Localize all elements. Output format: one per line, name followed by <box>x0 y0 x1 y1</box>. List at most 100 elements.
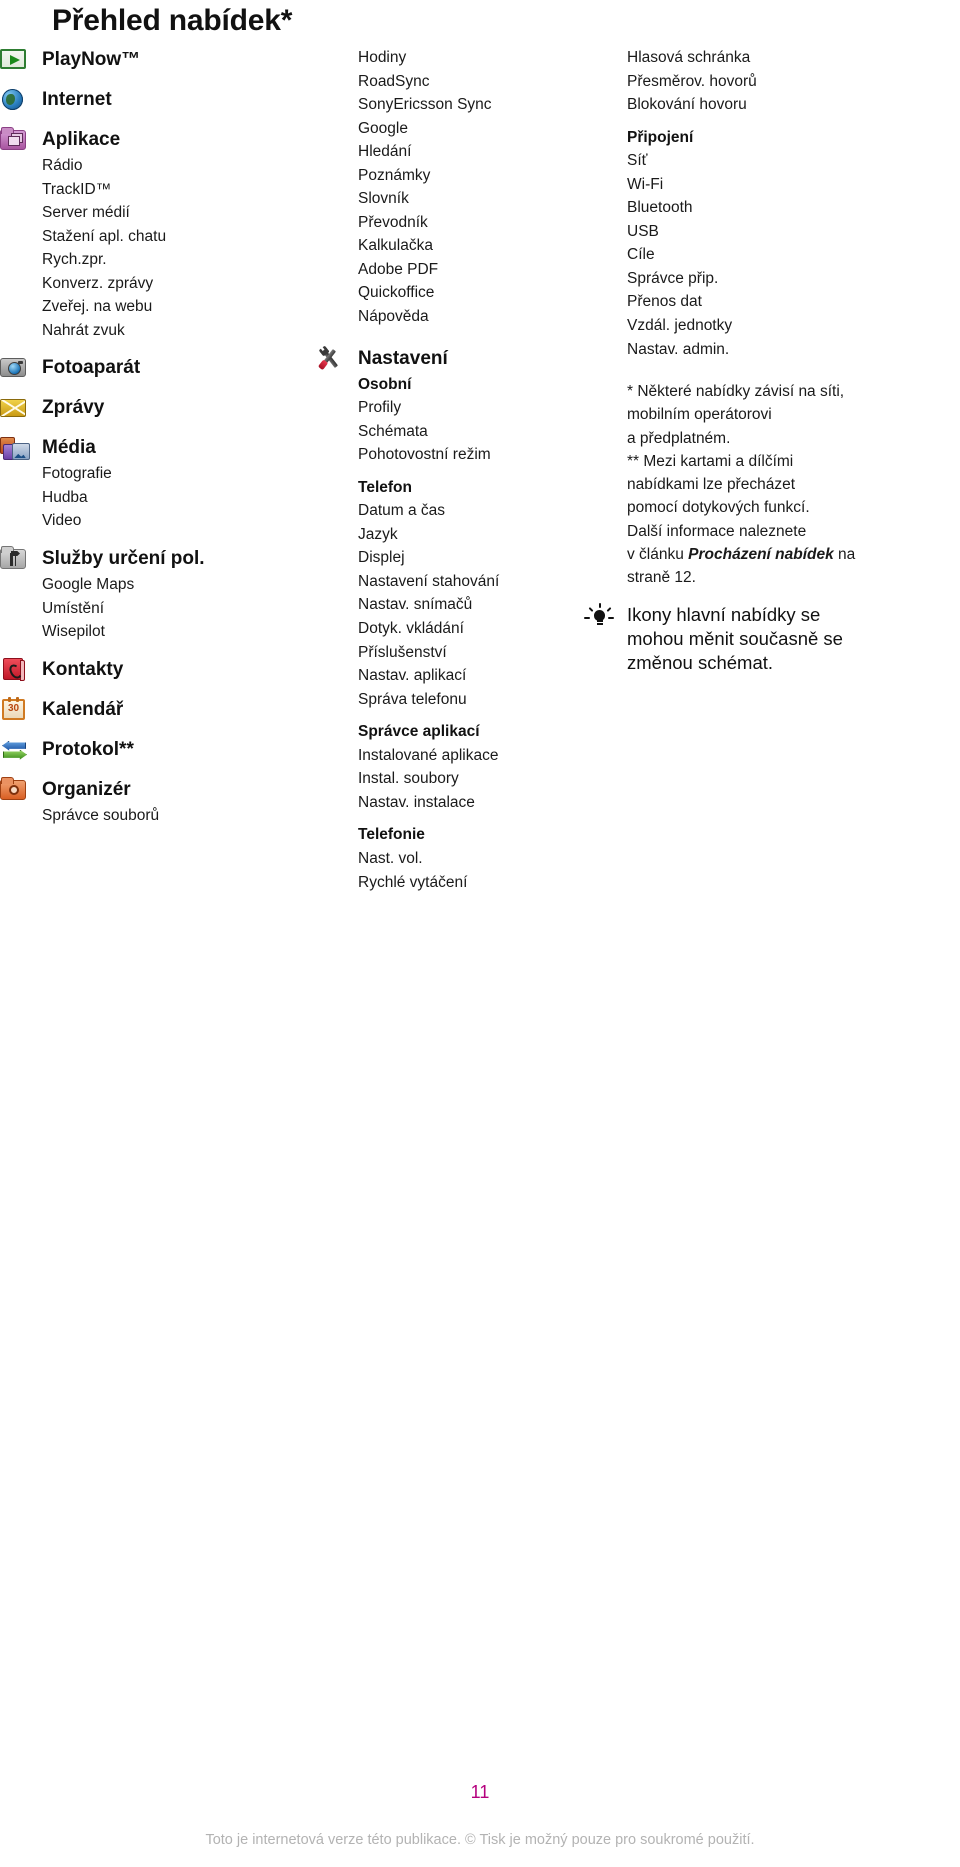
footnote-emphasis: Procházení nabídek <box>688 545 834 563</box>
sub-item[interactable]: Schémata <box>316 420 616 444</box>
menu-entry-protokol[interactable]: Protokol** <box>0 736 300 764</box>
sub-item[interactable]: Nastav. snímačů <box>316 593 616 617</box>
sub-item[interactable]: RoadSync <box>316 70 616 94</box>
menu-column-2: Hodiny RoadSync SonyEricsson Sync Google… <box>316 46 616 894</box>
sub-item[interactable]: Server médií <box>0 201 300 225</box>
sub-item[interactable]: Nastav. instalace <box>316 791 616 815</box>
sub-item[interactable]: Dotyk. vkládání <box>316 617 616 641</box>
sub-item[interactable]: Slovník <box>316 187 616 211</box>
sub-item[interactable]: Hlasová schránka <box>585 46 960 70</box>
sub-item[interactable]: Zveřej. na webu <box>0 295 300 319</box>
footer-copyright-note: Toto je internetová verze této publikace… <box>205 1832 755 1848</box>
menu-entry-label: Kontakty <box>42 658 124 680</box>
menu-entry-label: Nastavení <box>358 347 448 369</box>
sub-item[interactable]: Správa telefonu <box>316 688 616 712</box>
tip-line: změnou schémat. <box>627 651 774 673</box>
sub-item[interactable]: Instalované aplikace <box>316 744 616 768</box>
sub-item[interactable]: Správce přip. <box>585 267 960 291</box>
menu-entry-zpravy[interactable]: Zprávy <box>0 394 300 422</box>
sub-item[interactable]: Nastav. admin. <box>585 338 960 362</box>
page-title: Přehled nabídek* <box>52 4 293 37</box>
sub-item[interactable]: Cíle <box>585 243 960 267</box>
sub-item[interactable]: Přenos dat <box>585 290 960 314</box>
sub-item[interactable]: Nastav. aplikací <box>316 664 616 688</box>
menu-entry-fotoaparat[interactable]: Fotoaparát <box>0 354 300 382</box>
menu-column-1: PlayNow™ Internet Aplikace Rádio TrackID… <box>0 46 300 827</box>
sub-item[interactable]: Rychlé vytáčení <box>316 871 616 895</box>
sub-item[interactable]: Quickoffice <box>316 281 616 305</box>
page-number: 11 <box>470 1782 490 1802</box>
menu-entry-label: Protokol** <box>42 738 134 760</box>
menu-entry-organizer[interactable]: Organizér <box>0 776 300 804</box>
footnote-line: ** Mezi kartami a dílčími <box>627 452 794 470</box>
sub-item[interactable]: Rych.zpr. <box>0 248 300 272</box>
sub-item[interactable]: Umístění <box>0 597 300 621</box>
footnote-line: * Některé nabídky závisí na síti, <box>627 383 845 401</box>
applications-folder-icon <box>0 127 28 152</box>
sub-item[interactable]: Kalkulačka <box>316 234 616 258</box>
lightbulb-icon <box>584 603 614 629</box>
sub-item[interactable]: SonyEricsson Sync <box>316 93 616 117</box>
sub-item[interactable]: Přesměrov. hovorů <box>585 70 960 94</box>
sub-item[interactable]: Nahrát zvuk <box>0 319 300 343</box>
footnote-prefix: v článku <box>627 545 689 563</box>
menu-entry-label: Internet <box>42 89 112 111</box>
sub-item[interactable]: Blokování hovoru <box>585 93 960 117</box>
sub-item[interactable]: USB <box>585 220 960 244</box>
sub-item[interactable]: Datum a čas <box>316 499 616 523</box>
sub-item[interactable]: Síť <box>585 149 960 173</box>
sub-item[interactable]: Nastavení stahování <box>316 570 616 594</box>
menu-entry-playnow[interactable]: PlayNow™ <box>0 46 300 74</box>
sub-item[interactable]: Wisepilot <box>0 620 300 644</box>
sub-item[interactable]: Instal. soubory <box>316 767 616 791</box>
tip-line: Ikony hlavní nabídky se <box>627 604 821 626</box>
sub-item[interactable]: Převodník <box>316 211 616 235</box>
menu-entry-kalendar[interactable]: 30 Kalendář <box>0 696 300 724</box>
sub-item[interactable]: Nápověda <box>316 305 616 329</box>
sub-item[interactable]: Správce souborů <box>0 804 300 828</box>
sub-item[interactable]: Příslušenství <box>316 641 616 665</box>
sub-item[interactable]: Fotografie <box>0 462 300 486</box>
footnote-line-reference: v článku Procházení nabídek na <box>627 543 960 566</box>
group-heading: Připojení <box>627 128 694 146</box>
menu-entry-label: Organizér <box>42 778 131 800</box>
menu-entry-label: Fotoaparát <box>42 357 141 379</box>
group-heading: Telefon <box>358 478 412 496</box>
sub-item[interactable]: Nast. vol. <box>316 847 616 871</box>
menu-entry-internet[interactable]: Internet <box>0 86 300 114</box>
sub-item[interactable]: Vzdál. jednotky <box>585 314 960 338</box>
sub-item[interactable]: Stažení apl. chatu <box>0 225 300 249</box>
sub-item[interactable]: Pohotovostní režim <box>316 443 616 467</box>
sub-item[interactable]: Google <box>316 117 616 141</box>
sub-item[interactable]: Hudba <box>0 486 300 510</box>
sub-item[interactable]: Displej <box>316 546 616 570</box>
sub-item[interactable]: Google Maps <box>0 573 300 597</box>
sub-item[interactable]: TrackID™ <box>0 178 300 202</box>
menu-entry-label: Aplikace <box>42 129 121 151</box>
menu-entry-kontakty[interactable]: Kontakty <box>0 656 300 684</box>
group-heading: Osobní <box>358 375 412 393</box>
tools-icon <box>316 347 344 371</box>
sub-item[interactable]: Konverz. zprávy <box>0 272 300 296</box>
tip-block: Ikony hlavní nabídky se mohou měnit souč… <box>584 603 960 674</box>
sub-item[interactable]: Profily <box>316 396 616 420</box>
sub-item[interactable]: Hledání <box>316 140 616 164</box>
menu-entry-nastaveni[interactable]: Nastavení <box>316 345 616 373</box>
sub-item[interactable]: Wi-Fi <box>585 173 960 197</box>
sub-item[interactable]: Jazyk <box>316 523 616 547</box>
media-icon <box>0 436 30 461</box>
tip-line: mohou měnit současně se <box>627 628 843 650</box>
menu-column-3: Hlasová schránka Přesměrov. hovorů Bloko… <box>584 46 960 674</box>
sub-item[interactable]: Rádio <box>0 154 300 178</box>
menu-entry-sluzby-urceni-pol[interactable]: Služby určení pol. <box>0 545 300 573</box>
sub-item[interactable]: Bluetooth <box>585 196 960 220</box>
footnote-block: * Některé nabídky závisí na síti, mobiln… <box>585 380 960 589</box>
footnote-line: pomocí dotykových funkcí. <box>627 499 810 517</box>
sub-item[interactable]: Video <box>0 509 300 533</box>
menu-entry-aplikace[interactable]: Aplikace <box>0 126 300 154</box>
group-heading: Správce aplikací <box>358 723 480 741</box>
sub-item[interactable]: Adobe PDF <box>316 258 616 282</box>
menu-entry-media[interactable]: Média <box>0 434 300 462</box>
sub-item[interactable]: Poznámky <box>316 164 616 188</box>
sub-item[interactable]: Hodiny <box>316 46 616 70</box>
